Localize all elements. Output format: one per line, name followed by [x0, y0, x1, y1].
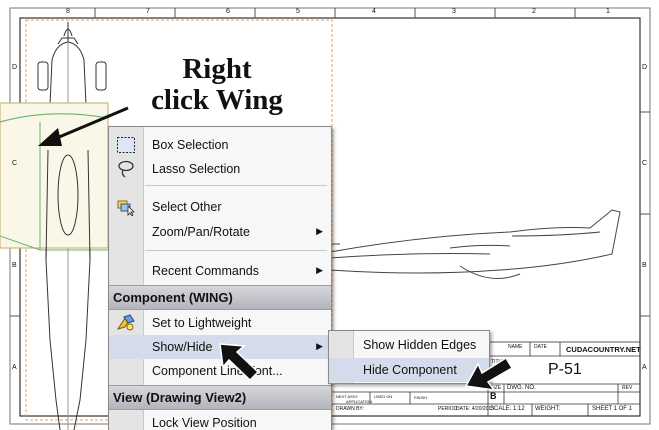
drawing-canvas[interactable]: 8 7 6 5 4 3 2 1 D C B A D C B A NAME DAT… — [0, 0, 659, 430]
callout-line1: Right — [182, 53, 252, 85]
callout-line2: click Wing — [151, 84, 283, 116]
zone-number-4: 4 — [372, 8, 376, 15]
title-block-company: CUDACOUNTRY.NET — [566, 345, 641, 354]
menu-separator — [145, 185, 327, 186]
menu-item-label: Lasso Selection — [152, 162, 241, 176]
title-block-finish: FINISH — [414, 395, 428, 400]
submenu-arrow-icon: ▶ — [316, 226, 323, 236]
zone-letter-d-left: D — [12, 64, 18, 71]
menu-item-label: Component Line Font... — [152, 364, 283, 378]
submenu-item-hide-component[interactable]: Hide Component — [329, 358, 489, 382]
title-block-drawn-by: DRAWN BY: — [336, 406, 364, 412]
menu-item-label: Show/Hide — [152, 340, 213, 354]
lasso-selection-icon — [116, 160, 136, 178]
title-block-size: B — [490, 391, 497, 401]
zone-letter-c-right: C — [642, 160, 648, 167]
menu-item-set-to-lightweight[interactable]: Set to Lightweight — [109, 311, 331, 335]
menu-item-label: Set to Lightweight — [152, 316, 252, 330]
lightweight-icon — [116, 314, 136, 332]
title-block-dwg-no-label: DWG. NO. — [507, 385, 536, 391]
box-selection-icon — [116, 136, 136, 154]
menu-item-label: Recent Commands — [152, 264, 259, 278]
menu-item-label: Lock View Position — [152, 416, 257, 430]
menu-item-lock-view-position[interactable]: Lock View Position — [109, 411, 331, 430]
submenu-item-label: Show Hidden Edges — [363, 338, 477, 352]
menu-item-zoom-pan-rotate[interactable]: Zoom/Pan/Rotate ▶ — [109, 220, 331, 244]
zone-number-8: 8 — [66, 8, 70, 15]
title-block-sheet: SHEET 1 OF 1 — [592, 406, 632, 412]
title-block-application: APPLICATION — [346, 399, 373, 404]
zone-letter-c-left: C — [12, 160, 18, 167]
submenu-item-label: Hide Component — [363, 363, 457, 377]
section-header-label: View (Drawing View2) — [113, 390, 247, 405]
menu-item-label: Zoom/Pan/Rotate — [152, 225, 250, 239]
section-header-label: Component (WING) — [113, 290, 233, 305]
title-block-name-label: NAME — [508, 344, 523, 350]
zone-letter-d-right: D — [642, 64, 648, 71]
menu-item-label: Box Selection — [152, 138, 229, 152]
zone-number-3: 3 — [452, 8, 456, 15]
zone-number-2: 2 — [532, 8, 536, 15]
zone-number-7: 7 — [146, 8, 150, 15]
menu-separator — [145, 250, 327, 251]
select-other-icon — [116, 198, 136, 217]
zone-number-6: 6 — [226, 8, 230, 15]
context-menu: Box Selection Lasso Selection Select Oth… — [108, 126, 332, 430]
submenu-arrow-icon: ▶ — [316, 265, 323, 275]
title-block-title: P-51 — [548, 361, 582, 378]
submenu-arrow-icon: ▶ — [316, 341, 323, 351]
title-block-weight: WEIGHT: — [535, 406, 560, 412]
menu-item-box-selection[interactable]: Box Selection — [109, 133, 331, 157]
title-block-scale: SCALE: 1:12 — [490, 406, 525, 412]
menu-item-label: Select Other — [152, 200, 222, 214]
title-block-rev-label: REV — [622, 385, 633, 391]
zone-letter-b-right: B — [642, 262, 647, 269]
menu-item-select-other[interactable]: Select Other — [109, 195, 331, 219]
zone-number-1: 1 — [606, 8, 610, 15]
submenu-item-show-hidden-edges[interactable]: Show Hidden Edges — [329, 333, 489, 357]
zone-letter-b-left: B — [12, 262, 17, 269]
menu-item-show-hide[interactable]: Show/Hide ▶ — [109, 335, 331, 359]
menu-item-recent-commands[interactable]: Recent Commands ▶ — [109, 259, 331, 283]
title-block-date-label: DATE — [534, 344, 547, 350]
callout-text: Right click Wing — [132, 54, 302, 116]
title-block-title-label: TITLE: — [491, 359, 507, 365]
menu-item-lasso-selection[interactable]: Lasso Selection — [109, 157, 331, 181]
zone-number-5: 5 — [296, 8, 300, 15]
show-hide-submenu: Show Hidden Edges Hide Component — [328, 330, 490, 384]
title-block-date-value: DATE: 4/20/2013 — [456, 406, 494, 412]
section-header-view: View (Drawing View2) — [109, 385, 331, 410]
title-block-used-on: USED ON — [374, 394, 393, 399]
menu-item-component-line-font[interactable]: Component Line Font... — [109, 359, 331, 383]
section-header-component: Component (WING) — [109, 285, 331, 310]
zone-letter-a-right: A — [642, 364, 647, 371]
zone-letter-a-left: A — [12, 364, 17, 371]
